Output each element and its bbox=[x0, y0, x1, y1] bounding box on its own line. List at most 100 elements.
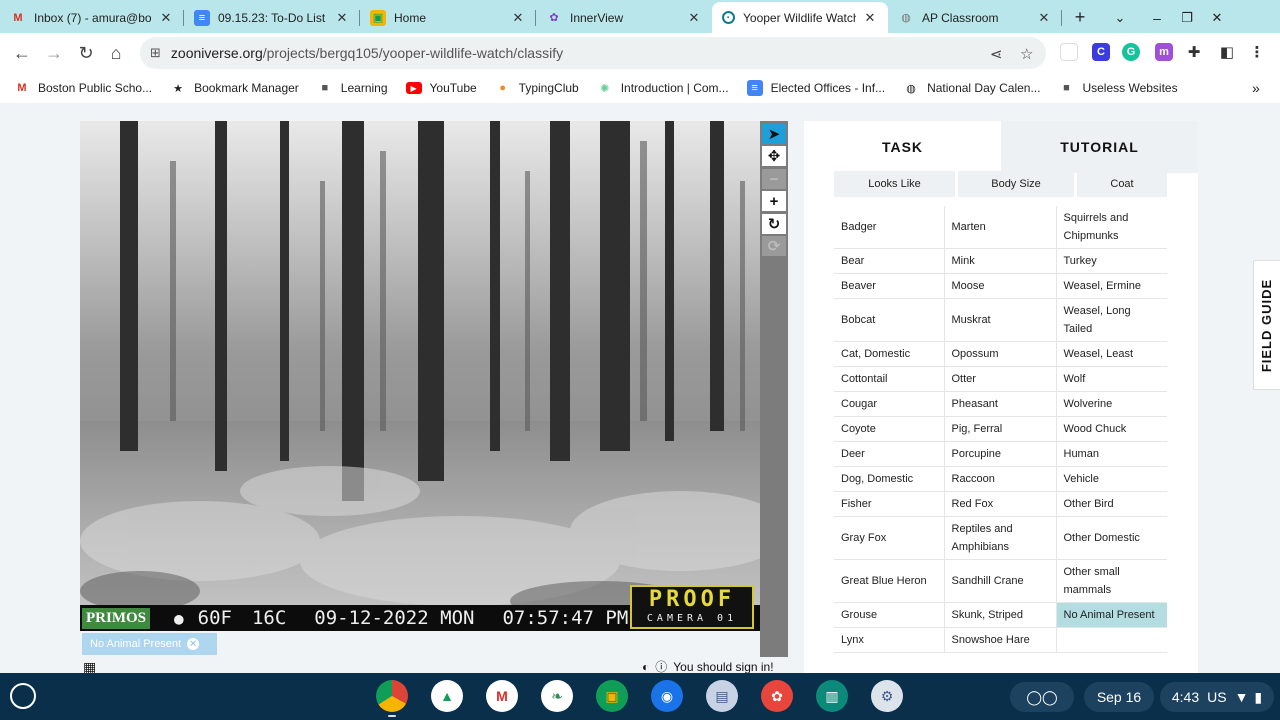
site-info-icon[interactable]: ⊞ bbox=[150, 45, 161, 61]
species-option[interactable]: Raccoon bbox=[943, 466, 1056, 492]
tab-ap-classroom[interactable]: ◍ AP Classroom ✕ bbox=[888, 2, 1062, 33]
species-option[interactable]: Moose bbox=[943, 273, 1056, 299]
species-option[interactable]: Cottontail bbox=[834, 366, 944, 392]
close-icon[interactable]: ✕ bbox=[862, 10, 878, 26]
subject-tag-chip[interactable]: No Animal Present ✕ bbox=[82, 633, 217, 655]
species-option[interactable]: Gray Fox bbox=[834, 516, 944, 560]
close-icon[interactable]: ✕ bbox=[334, 10, 350, 26]
info-icon[interactable]: ⓘ bbox=[655, 658, 667, 673]
chrome-icon[interactable] bbox=[376, 680, 408, 712]
menu-icon[interactable]: ⋮ bbox=[1248, 43, 1266, 61]
tab-innerview[interactable]: ✿ InnerView ✕ bbox=[536, 2, 712, 33]
species-option[interactable]: Pheasant bbox=[943, 391, 1056, 417]
species-option[interactable]: Red Fox bbox=[943, 491, 1056, 517]
bookmark-learning[interactable]: ■ Learning bbox=[317, 80, 387, 96]
species-option[interactable]: Wolf bbox=[1055, 366, 1167, 392]
species-option[interactable]: Porcupine bbox=[943, 441, 1056, 467]
bookmark-national-day-calendar[interactable]: ◍ National Day Calen... bbox=[903, 80, 1040, 96]
minimize-button[interactable]: – bbox=[1142, 2, 1172, 33]
rotate-icon[interactable]: ↻ bbox=[762, 214, 786, 234]
tab-home[interactable]: ▣ Home ✕ bbox=[360, 2, 536, 33]
bookmark-star-icon[interactable]: ☆ bbox=[1020, 45, 1033, 63]
launcher-button[interactable] bbox=[10, 683, 36, 709]
tab-yooper-wildlife-watch[interactable]: · Yooper Wildlife Watch ✕ bbox=[712, 2, 888, 33]
species-option[interactable]: Squirrels and Chipmunks bbox=[1055, 206, 1167, 249]
field-guide-button[interactable]: FIELD GUIDE bbox=[1253, 260, 1280, 390]
drive-icon[interactable]: ▲ bbox=[431, 680, 463, 712]
signin-notice[interactable]: ◐ ⓘ You should sign in! bbox=[642, 658, 774, 674]
species-option[interactable]: Grouse bbox=[834, 602, 944, 628]
species-option[interactable]: Weasel, Least bbox=[1055, 341, 1167, 367]
species-option[interactable]: Badger bbox=[834, 206, 944, 249]
move-tool-icon[interactable]: ✥ bbox=[762, 146, 786, 166]
species-option[interactable]: Beaver bbox=[834, 273, 944, 299]
home-button[interactable]: ⌂ bbox=[100, 37, 132, 69]
species-option[interactable]: Lynx bbox=[834, 627, 944, 653]
species-option[interactable]: Pig, Ferral bbox=[943, 416, 1056, 442]
tab-task[interactable]: TASK bbox=[804, 121, 1001, 173]
filter-looks-like[interactable]: Looks Like bbox=[834, 171, 955, 197]
tab-todo-list[interactable]: ≡ 09.15.23: To-Do List a ✕ bbox=[184, 2, 360, 33]
species-option[interactable]: Reptiles and Amphibians bbox=[943, 516, 1056, 560]
c-extension-icon[interactable]: C bbox=[1092, 43, 1110, 61]
close-icon[interactable]: ✕ bbox=[1036, 10, 1052, 26]
species-option[interactable]: Snowshoe Hare bbox=[943, 627, 1056, 653]
date-tray[interactable]: Sep 16 bbox=[1084, 682, 1154, 712]
back-button[interactable]: ← bbox=[6, 37, 38, 69]
puzzle-icon[interactable]: ✚ bbox=[1185, 43, 1203, 61]
close-icon[interactable]: ✕ bbox=[510, 10, 526, 26]
species-option[interactable]: Weasel, Ermine bbox=[1055, 273, 1167, 299]
species-option[interactable]: Marten bbox=[943, 206, 1056, 249]
species-option[interactable]: Wood Chuck bbox=[1055, 416, 1167, 442]
species-option[interactable]: Otter bbox=[943, 366, 1056, 392]
classroom-icon[interactable]: ▣ bbox=[596, 680, 628, 712]
species-option[interactable]: Coyote bbox=[834, 416, 944, 442]
tab-search-chevron-icon[interactable]: ⌄ bbox=[1098, 2, 1142, 33]
palette-icon[interactable]: ✿ bbox=[761, 680, 793, 712]
species-option[interactable]: No Animal Present bbox=[1055, 602, 1167, 628]
species-option[interactable]: Other Domestic bbox=[1055, 516, 1167, 560]
reader-icon[interactable]: ▥ bbox=[816, 680, 848, 712]
species-option[interactable]: Mink bbox=[943, 248, 1056, 274]
status-tray[interactable]: 4:43 US ▼ ▮ bbox=[1160, 682, 1274, 712]
vine-icon[interactable]: ❧ bbox=[541, 680, 573, 712]
address-bar[interactable]: ⊞ zooniverse.org/projects/bergq105/yoope… bbox=[140, 37, 1046, 69]
zoom-in-icon[interactable]: + bbox=[762, 191, 786, 211]
species-option[interactable]: Other Bird bbox=[1055, 491, 1167, 517]
contrast-icon[interactable]: ◐ bbox=[642, 660, 649, 674]
tm-extension-icon[interactable]: m bbox=[1155, 43, 1173, 61]
species-option[interactable]: Cougar bbox=[834, 391, 944, 417]
camera-icon[interactable]: ◉ bbox=[651, 680, 683, 712]
shield-extension-icon[interactable] bbox=[1060, 43, 1078, 61]
species-option[interactable]: Wolverine bbox=[1055, 391, 1167, 417]
species-option[interactable]: Fisher bbox=[834, 491, 944, 517]
species-option[interactable]: Sandhill Crane bbox=[943, 559, 1056, 603]
grid-icon[interactable]: ▦ bbox=[83, 659, 96, 673]
bookmarks-overflow-button[interactable]: » bbox=[1252, 80, 1260, 96]
species-option[interactable]: Other small mammals bbox=[1055, 559, 1167, 603]
reset-icon[interactable]: ⟳ bbox=[762, 236, 786, 256]
species-option[interactable]: Deer bbox=[834, 441, 944, 467]
remove-tag-icon[interactable]: ✕ bbox=[187, 638, 200, 650]
share-icon[interactable]: ⋖ bbox=[990, 45, 1003, 63]
tab-gmail-inbox[interactable]: M Inbox (7) - amura@bo ✕ bbox=[0, 2, 184, 33]
forward-button[interactable]: → bbox=[38, 37, 70, 69]
trail-camera-image[interactable]: PRIMOS ● 60F 16C 09-12-2022 MON 07:57:47… bbox=[80, 121, 760, 631]
species-option[interactable]: Skunk, Striped bbox=[943, 602, 1056, 628]
species-option[interactable]: Cat, Domestic bbox=[834, 341, 944, 367]
close-icon[interactable]: ✕ bbox=[158, 10, 174, 26]
side-panel-icon[interactable]: ◧ bbox=[1218, 43, 1236, 61]
reload-button[interactable]: ↻ bbox=[70, 37, 102, 69]
bookmark-manager[interactable]: ★ Bookmark Manager bbox=[170, 80, 299, 96]
species-option[interactable]: Turkey bbox=[1055, 248, 1167, 274]
settings-icon[interactable]: ⚙ bbox=[871, 680, 903, 712]
gmail-icon[interactable]: M bbox=[486, 680, 518, 712]
species-option[interactable]: Vehicle bbox=[1055, 466, 1167, 492]
bookmark-introduction[interactable]: ✺ Introduction | Com... bbox=[597, 80, 728, 96]
zoom-out-icon[interactable]: − bbox=[762, 169, 786, 189]
filter-coat[interactable]: Coat bbox=[1077, 171, 1167, 197]
species-option[interactable]: Human bbox=[1055, 441, 1167, 467]
bookmark-typingclub[interactable]: ● TypingClub bbox=[495, 80, 578, 96]
filter-body-size[interactable]: Body Size bbox=[958, 171, 1074, 197]
species-option[interactable]: Opossum bbox=[943, 341, 1056, 367]
